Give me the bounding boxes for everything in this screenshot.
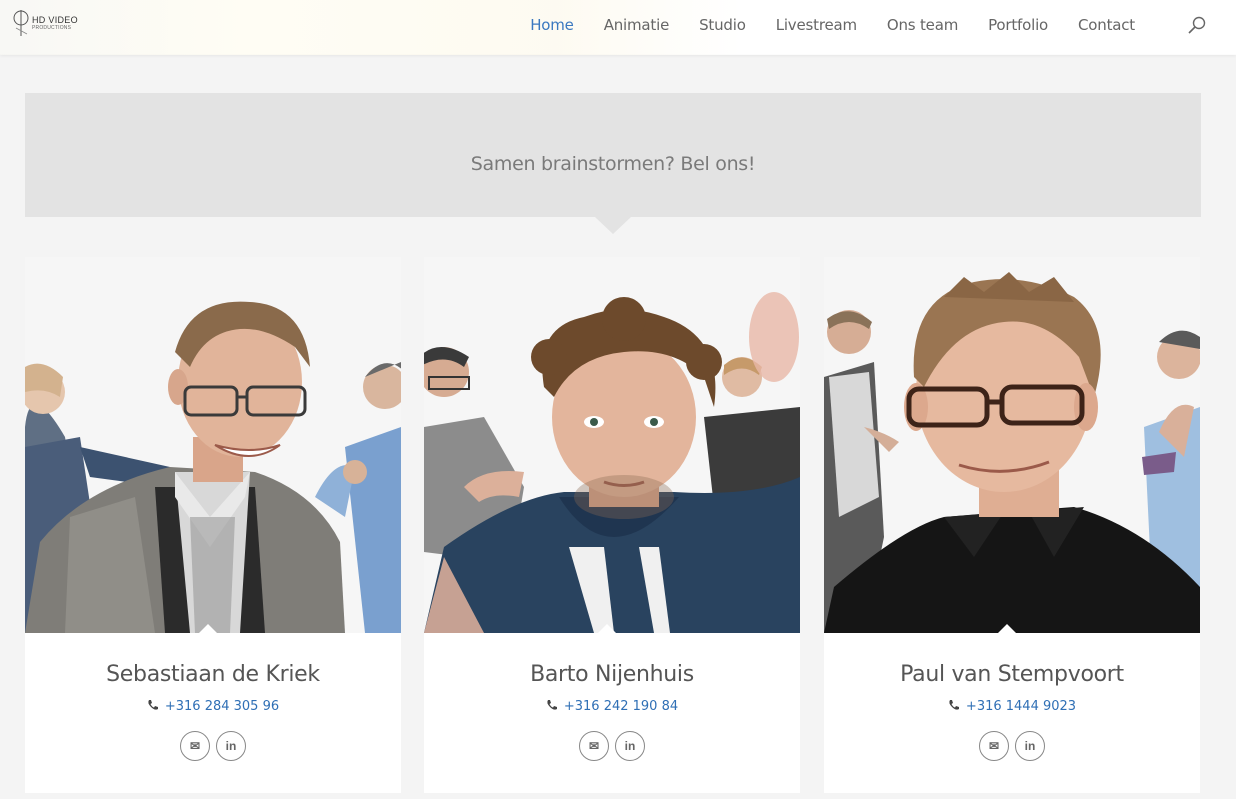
site-header: HD VIDEO PRODUCTIONS Home Animatie Studi… xyxy=(0,0,1236,55)
nav-livestream[interactable]: Livestream xyxy=(776,16,857,34)
call-to-action-banner: Samen brainstormen? Bel ons! xyxy=(25,93,1201,217)
social-links: ✉ in xyxy=(824,731,1200,761)
social-links: ✉ in xyxy=(424,731,800,761)
nav-studio[interactable]: Studio xyxy=(699,16,746,34)
team-member-name: Paul van Stempvoort xyxy=(900,662,1124,687)
team-photo xyxy=(25,257,401,633)
nav-animatie[interactable]: Animatie xyxy=(604,16,670,34)
card-notch xyxy=(997,624,1017,634)
phone-number: +316 242 190 84 xyxy=(563,699,679,714)
team-member-name: Barto Nijenhuis xyxy=(530,662,694,687)
search-icon xyxy=(1188,16,1206,34)
email-icon[interactable]: ✉ xyxy=(979,731,1009,761)
linkedin-icon[interactable]: in xyxy=(1015,731,1045,761)
logo-mark-icon xyxy=(13,10,29,36)
team-photo xyxy=(824,257,1200,633)
team-member-phone[interactable]: +316 1444 9023 xyxy=(824,699,1200,714)
search-button[interactable] xyxy=(1186,14,1208,36)
phone-icon xyxy=(949,700,959,710)
nav-contact[interactable]: Contact xyxy=(1078,16,1135,34)
linkedin-icon[interactable]: in xyxy=(615,731,645,761)
card-notch xyxy=(198,624,218,634)
banner-text: Samen brainstormen? Bel ons! xyxy=(470,153,756,175)
nav-home[interactable]: Home xyxy=(530,16,574,34)
email-icon[interactable]: ✉ xyxy=(180,731,210,761)
team-card: Sebastiaan de Kriek +316 284 305 96 ✉ in xyxy=(25,257,401,793)
team-member-name: Sebastiaan de Kriek xyxy=(106,662,320,687)
phone-icon xyxy=(547,700,557,710)
email-icon[interactable]: ✉ xyxy=(579,731,609,761)
team-card: Paul van Stempvoort +316 1444 9023 ✉ in xyxy=(824,257,1200,793)
phone-icon xyxy=(148,700,158,710)
banner-pointer xyxy=(595,217,631,234)
linkedin-icon[interactable]: in xyxy=(216,731,246,761)
team-member-phone[interactable]: +316 242 190 84 xyxy=(424,699,800,714)
logo-wordmark: HD VIDEO xyxy=(32,15,78,25)
site-logo[interactable]: HD VIDEO PRODUCTIONS xyxy=(12,8,82,38)
phone-number: +316 284 305 96 xyxy=(164,699,280,714)
main-nav: Home Animatie Studio Livestream Ons team… xyxy=(515,0,1150,50)
team-photo xyxy=(424,257,800,633)
social-links: ✉ in xyxy=(25,731,401,761)
phone-number: +316 1444 9023 xyxy=(965,699,1077,714)
nav-portfolio[interactable]: Portfolio xyxy=(988,16,1048,34)
team-card: Barto Nijenhuis +316 242 190 84 ✉ in xyxy=(424,257,800,793)
nav-ons-team[interactable]: Ons team xyxy=(887,16,958,34)
team-member-phone[interactable]: +316 284 305 96 xyxy=(25,699,401,714)
card-notch xyxy=(597,624,617,634)
logo-subtitle: PRODUCTIONS xyxy=(32,25,72,31)
